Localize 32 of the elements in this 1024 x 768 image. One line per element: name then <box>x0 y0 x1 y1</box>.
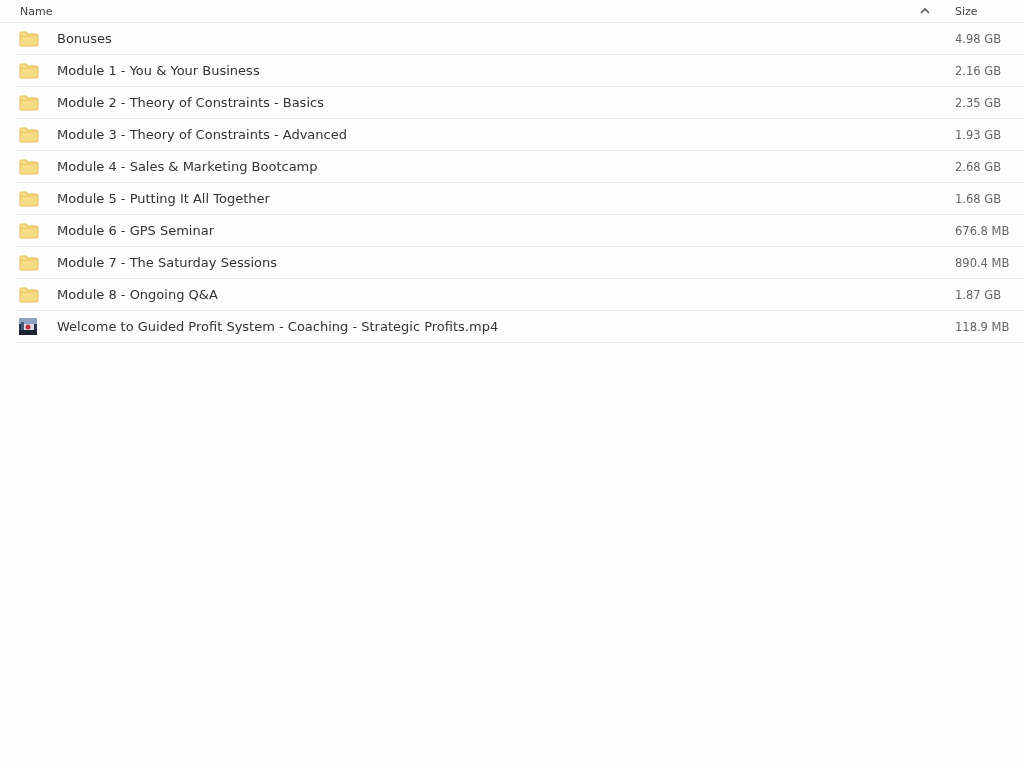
folder-icon <box>19 30 39 47</box>
file-name[interactable]: Module 5 - Putting It All Together <box>57 191 955 206</box>
file-name[interactable]: Module 7 - The Saturday Sessions <box>57 255 955 270</box>
file-size: 4.98 GB <box>955 31 1003 46</box>
file-size: 2.16 GB <box>955 63 1003 78</box>
file-name[interactable]: Welcome to Guided Profit System - Coaching - Strategic Profits.mp4 <box>57 319 955 334</box>
file-name[interactable]: Module 1 - You & Your Business <box>57 63 955 78</box>
folder-icon <box>19 126 39 143</box>
file-name[interactable]: Bonuses <box>57 31 955 46</box>
file-size: 1.68 GB <box>955 191 1003 206</box>
file-size: 2.35 GB <box>955 95 1003 110</box>
file-size: 676.8 MB <box>955 223 1011 238</box>
file-name[interactable]: Module 8 - Ongoing Q&A <box>57 287 955 302</box>
file-name[interactable]: Module 6 - GPS Seminar <box>57 223 955 238</box>
column-header[interactable]: Name <box>0 4 955 18</box>
file-size: 118.9 MB <box>955 319 1011 334</box>
file-size: 2.68 GB <box>955 159 1003 174</box>
column-header[interactable]: Size <box>955 4 978 18</box>
file-size: 1.87 GB <box>955 287 1003 302</box>
file-name[interactable]: Module 4 - Sales & Marketing Bootcamp <box>57 159 955 174</box>
folder-icon <box>19 190 39 207</box>
file-name[interactable]: Module 3 - Theory of Constraints - Advanced <box>57 127 955 142</box>
file-size: 890.4 MB <box>955 255 1011 270</box>
folder-icon <box>19 286 39 303</box>
folder-icon <box>19 222 39 239</box>
file-name[interactable]: Module 2 - Theory of Constraints - Basics <box>57 95 955 110</box>
folder-icon <box>19 158 39 175</box>
file-size: 1.93 GB <box>955 127 1003 142</box>
folder-icon <box>19 62 39 79</box>
folder-icon <box>19 94 39 111</box>
folder-icon <box>19 254 39 271</box>
sort-caret-icon[interactable] <box>920 8 930 14</box>
